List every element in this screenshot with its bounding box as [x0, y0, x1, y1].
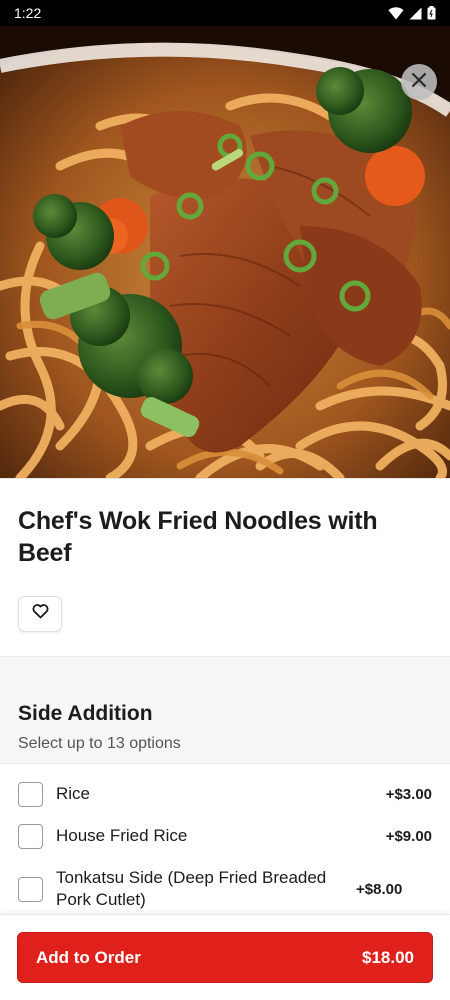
- wifi-icon: [388, 6, 404, 20]
- option-price: +$9.00: [385, 827, 432, 845]
- food-photo: [0, 26, 450, 478]
- options-list: Rice +$3.00 House Fried Rice +$9.00 Tonk…: [0, 764, 450, 914]
- option-checkbox[interactable]: [18, 876, 43, 902]
- favorite-button[interactable]: [18, 596, 62, 632]
- status-time: 1:22: [14, 5, 42, 21]
- option-label: House Fried Rice: [56, 826, 188, 845]
- status-icons: [388, 6, 436, 20]
- side-addition-header: Side Addition Select up to 13 options: [0, 656, 450, 764]
- order-total-price: $18.00: [362, 947, 414, 967]
- option-label: Tonkatsu Side (Deep Fried Breaded Pork C…: [56, 868, 327, 909]
- item-header: Chef's Wok Fried Noodles with Beef: [0, 478, 450, 656]
- option-price: +$8.00: [356, 880, 403, 898]
- option-row[interactable]: Tonkatsu Side (Deep Fried Breaded Pork C…: [0, 866, 450, 912]
- close-icon: [411, 72, 427, 93]
- add-to-order-button[interactable]: Add to Order $18.00: [17, 932, 433, 983]
- item-title: Chef's Wok Fried Noodles with Beef: [18, 507, 378, 567]
- cellular-signal-icon: [409, 7, 422, 20]
- section-title: Side Addition: [18, 702, 153, 725]
- option-row[interactable]: House Fried Rice +$9.00: [0, 823, 450, 849]
- hero-image: [0, 26, 450, 478]
- option-label: Rice: [56, 784, 91, 803]
- battery-icon: [427, 6, 436, 20]
- heart-icon: [32, 604, 49, 624]
- add-to-order-label: Add to Order: [36, 947, 141, 967]
- option-checkbox[interactable]: [18, 781, 43, 807]
- bottom-action-bar: Add to Order $18.00: [0, 914, 450, 1000]
- close-button[interactable]: [401, 64, 437, 100]
- section-subtitle: Select up to 13 options: [18, 735, 181, 752]
- status-bar: 1:22: [0, 0, 450, 26]
- option-checkbox[interactable]: [18, 823, 43, 849]
- option-price: +$3.00: [385, 785, 432, 803]
- option-row[interactable]: Rice +$3.00: [0, 781, 450, 807]
